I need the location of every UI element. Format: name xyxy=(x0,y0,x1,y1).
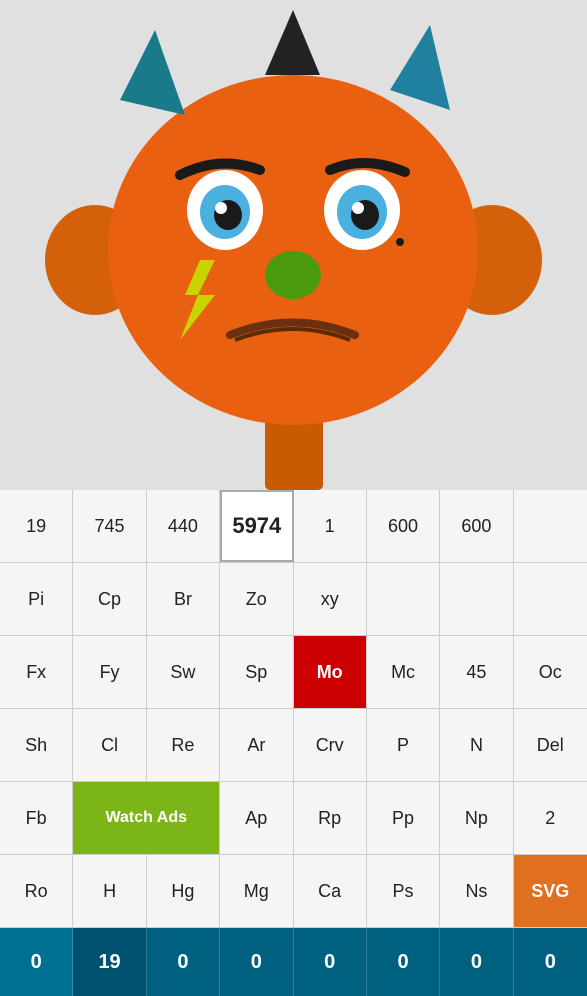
cell-2-3[interactable]: Sp xyxy=(220,636,293,708)
cell-1-2[interactable]: Br xyxy=(147,563,220,635)
cell-0-5[interactable]: 600 xyxy=(367,490,440,562)
cell-2-2[interactable]: Sw xyxy=(147,636,220,708)
cell-5-4[interactable]: Ca xyxy=(294,855,367,927)
cell-5-6[interactable]: Ns xyxy=(440,855,513,927)
cell-3-1[interactable]: Cl xyxy=(73,709,146,781)
cell-0-6[interactable]: 600 xyxy=(440,490,513,562)
cell-0-3-value[interactable]: 5974 xyxy=(220,490,293,562)
cell-1-6[interactable] xyxy=(440,563,513,635)
cell-0-0[interactable]: 19 xyxy=(0,490,73,562)
cell-5-2[interactable]: Hg xyxy=(147,855,220,927)
cell-0-7[interactable] xyxy=(514,490,587,562)
score-5: 0 xyxy=(367,928,440,996)
character-display xyxy=(0,0,587,490)
grid-row-4: Fb Watch Ads Ap Rp Pp Np 2 xyxy=(0,782,587,855)
cell-3-0[interactable]: Sh xyxy=(0,709,73,781)
cell-1-7[interactable] xyxy=(514,563,587,635)
cell-2-0[interactable]: Fx xyxy=(0,636,73,708)
grid-row-0: 19 745 440 5974 1 600 600 xyxy=(0,490,587,563)
cell-2-4-mo[interactable]: Mo xyxy=(294,636,367,708)
score-1: 19 xyxy=(73,928,146,996)
cell-4-5[interactable]: Np xyxy=(440,782,513,854)
score-6: 0 xyxy=(440,928,513,996)
grid-row-2: Fx Fy Sw Sp Mo Mc 45 Oc xyxy=(0,636,587,709)
cell-4-3[interactable]: Rp xyxy=(294,782,367,854)
cell-1-1[interactable]: Cp xyxy=(73,563,146,635)
cell-5-1[interactable]: H xyxy=(73,855,146,927)
score-0: 0 xyxy=(0,928,73,996)
cell-2-6[interactable]: 45 xyxy=(440,636,513,708)
grid-row-1: Pi Cp Br Zo xy xyxy=(0,563,587,636)
cell-2-5[interactable]: Mc xyxy=(367,636,440,708)
cell-2-1[interactable]: Fy xyxy=(73,636,146,708)
watch-ads-button[interactable]: Watch Ads xyxy=(73,782,220,854)
cell-0-1[interactable]: 745 xyxy=(73,490,146,562)
game-grid: 19 745 440 5974 1 600 600 Pi Cp Br Zo xy… xyxy=(0,490,587,996)
cell-1-5[interactable] xyxy=(367,563,440,635)
score-4: 0 xyxy=(294,928,367,996)
cell-1-3[interactable]: Zo xyxy=(220,563,293,635)
svg-button[interactable]: SVG xyxy=(514,855,587,927)
cell-5-5[interactable]: Ps xyxy=(367,855,440,927)
cell-4-4[interactable]: Pp xyxy=(367,782,440,854)
grid-row-3: Sh Cl Re Ar Crv P N Del xyxy=(0,709,587,782)
cell-4-0[interactable]: Fb xyxy=(0,782,73,854)
cell-4-6[interactable]: 2 xyxy=(514,782,587,854)
cell-5-3[interactable]: Mg xyxy=(220,855,293,927)
grid-row-5: Ro H Hg Mg Ca Ps Ns SVG xyxy=(0,855,587,928)
cell-3-4[interactable]: Crv xyxy=(294,709,367,781)
cell-3-5[interactable]: P xyxy=(367,709,440,781)
cell-1-4[interactable]: xy xyxy=(294,563,367,635)
cell-5-0[interactable]: Ro xyxy=(0,855,73,927)
score-3: 0 xyxy=(220,928,293,996)
cell-3-3[interactable]: Ar xyxy=(220,709,293,781)
cell-3-6[interactable]: N xyxy=(440,709,513,781)
cell-2-7[interactable]: Oc xyxy=(514,636,587,708)
cell-4-2[interactable]: Ap xyxy=(220,782,293,854)
cell-3-2[interactable]: Re xyxy=(147,709,220,781)
score-2: 0 xyxy=(147,928,220,996)
cell-3-7[interactable]: Del xyxy=(514,709,587,781)
score-7: 0 xyxy=(514,928,587,996)
cell-0-2[interactable]: 440 xyxy=(147,490,220,562)
cell-1-0[interactable]: Pi xyxy=(0,563,73,635)
score-row: 0 19 0 0 0 0 0 0 xyxy=(0,928,587,996)
cell-0-4[interactable]: 1 xyxy=(294,490,367,562)
